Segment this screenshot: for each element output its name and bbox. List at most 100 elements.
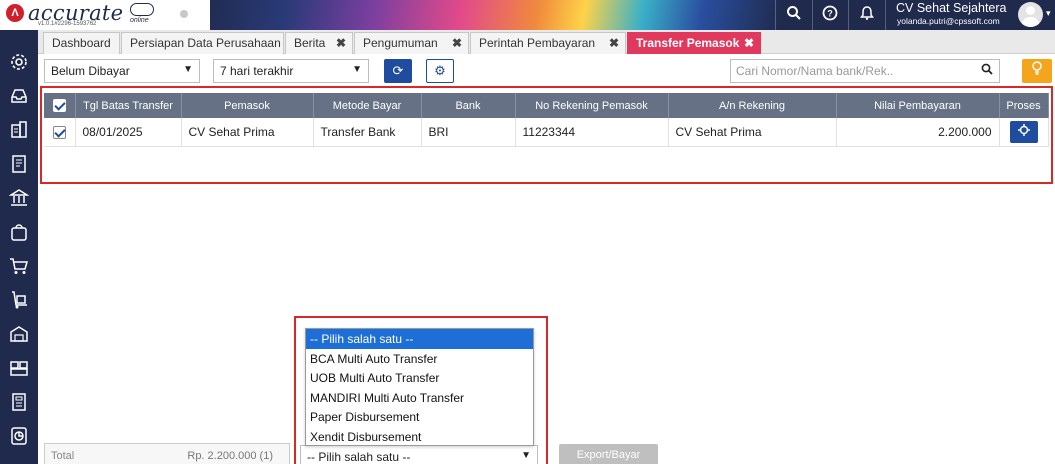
help-icon[interactable]: ?	[820, 5, 840, 25]
dropdown-option-bca[interactable]: BCA Multi Auto Transfer	[306, 349, 533, 369]
gear-icon: ⚙	[434, 63, 446, 78]
cell-proses	[999, 118, 1049, 147]
company-name[interactable]: CV Sehat Sejahtera	[896, 1, 1007, 15]
col-tgl-batas-transfer[interactable]: Tgl Batas Transfer	[75, 93, 182, 118]
separator	[812, 0, 813, 30]
tab-perintah-pembayaran[interactable]: Perintah Pembayaran ✖	[470, 32, 626, 54]
cell-an-rek: CV Sehat Prima	[668, 118, 837, 147]
settings-button[interactable]: ⚙	[426, 59, 454, 83]
col-bank[interactable]: Bank	[421, 93, 516, 118]
pie-chart-icon[interactable]	[9, 426, 29, 446]
lightbulb-icon	[1031, 61, 1043, 78]
shopping-cart-icon[interactable]	[9, 256, 29, 276]
dropdown-option-placeholder[interactable]: -- Pilih salah satu --	[306, 329, 533, 349]
tab-label: Dashboard	[52, 36, 111, 50]
tab-dashboard[interactable]: Dashboard	[43, 32, 120, 54]
status-filter-value: Belum Dibayar	[51, 64, 130, 78]
search-icon[interactable]	[784, 5, 804, 25]
cell-no-rek: 11223344	[515, 118, 669, 147]
tab-pengumuman[interactable]: Pengumuman ✖	[354, 32, 469, 54]
refresh-icon: ⟳	[392, 63, 404, 78]
sidebar	[0, 30, 38, 464]
col-pemasok[interactable]: Pemasok	[181, 93, 314, 118]
payment-table: Tgl Batas Transfer Pemasok Metode Bayar …	[44, 93, 1049, 147]
logo-area[interactable]: Λ accurate online v1.0.1#2296-1593762	[0, 0, 210, 30]
cell-nilai: 2.200.000	[836, 118, 1000, 147]
refresh-button[interactable]: ⟳	[384, 59, 412, 83]
ledger-book-icon[interactable]	[9, 154, 29, 174]
tab-persiapan-data[interactable]: Persiapan Data Perusahaan	[121, 32, 284, 54]
close-icon[interactable]: ✖	[609, 36, 619, 50]
col-no-rekening[interactable]: No Rekening Pemasok	[515, 93, 669, 118]
row-checkbox[interactable]	[52, 125, 66, 139]
payment-method-dropdown-list: -- Pilih salah satu -- BCA Multi Auto Tr…	[305, 328, 534, 446]
shopping-bag-icon[interactable]	[9, 222, 29, 242]
dropdown-option-uob[interactable]: UOB Multi Auto Transfer	[306, 368, 533, 388]
tab-label: Berita	[294, 36, 326, 50]
cell-pemasok: CV Sehat Prima	[181, 118, 314, 147]
bell-icon[interactable]	[857, 5, 877, 25]
period-filter-select[interactable]: 7 hari terakhir ▼	[213, 59, 369, 83]
tab-label: Transfer Pemasok	[636, 36, 740, 50]
cell-tgl: 08/01/2025	[75, 118, 182, 147]
tab-label: Persiapan Data Perusahaan	[130, 36, 281, 50]
status-dot-icon	[180, 10, 188, 18]
col-an-rekening[interactable]: A/n Rekening	[668, 93, 837, 118]
separator	[775, 0, 776, 30]
export-pay-button[interactable]: Export/Bayar	[559, 444, 658, 464]
status-filter-select[interactable]: Belum Dibayar ▼	[44, 59, 200, 83]
inventory-boxes-icon[interactable]	[9, 358, 29, 378]
accurate-logo-icon: Λ	[6, 4, 24, 22]
report-document-icon[interactable]	[9, 392, 29, 412]
select-all-checkbox[interactable]	[52, 99, 66, 112]
search-placeholder: Cari Nomor/Nama bank/Rek..	[736, 64, 894, 78]
warehouse-icon[interactable]	[9, 324, 29, 344]
chevron-down-icon: ▼	[352, 64, 362, 75]
inbox-tray-icon[interactable]	[9, 86, 29, 106]
period-filter-value: 7 hari terakhir	[220, 64, 294, 78]
top-bar: Λ accurate online v1.0.1#2296-1593762 ? …	[0, 0, 1055, 30]
avatar[interactable]	[1018, 2, 1043, 27]
close-icon[interactable]: ✖	[744, 36, 754, 50]
dropdown-option-xendit[interactable]: Xendit Disbursement	[306, 427, 533, 447]
target-icon	[1017, 123, 1030, 136]
chevron-down-icon: ▼	[183, 64, 193, 75]
svg-text:?: ?	[827, 9, 833, 19]
tab-berita[interactable]: Berita ✖	[285, 32, 353, 54]
bank-icon[interactable]	[8, 188, 30, 208]
total-bar: Total Rp. 2.200.000 (1)	[44, 443, 290, 464]
settings-gear-icon[interactable]	[9, 52, 29, 72]
tab-bar: Dashboard Persiapan Data Perusahaan Beri…	[38, 30, 1055, 54]
cloud-icon	[130, 3, 154, 16]
tab-transfer-pemasok[interactable]: Transfer Pemasok ✖	[627, 32, 761, 54]
chevron-down-icon[interactable]: ▾	[1046, 8, 1051, 19]
logo-sub: online	[130, 17, 149, 24]
col-nilai-pembayaran[interactable]: Nilai Pembayaran	[836, 93, 1000, 118]
cell-metode: Transfer Bank	[313, 118, 422, 147]
tab-label: Perintah Pembayaran	[479, 36, 596, 50]
dropdown-option-paper[interactable]: Paper Disbursement	[306, 407, 533, 427]
select-all-header[interactable]	[44, 93, 76, 118]
version-text: v1.0.1#2296-1593762	[38, 21, 97, 27]
cell-bank: BRI	[421, 118, 516, 147]
tab-label: Pengumuman	[363, 36, 438, 50]
close-icon[interactable]: ✖	[336, 36, 346, 50]
building-icon[interactable]	[9, 120, 29, 140]
separator	[885, 0, 886, 30]
separator	[848, 0, 849, 30]
row-select-cell[interactable]	[44, 118, 76, 147]
table-row[interactable]: 08/01/2025 CV Sehat Prima Transfer Bank …	[44, 118, 1049, 147]
col-proses: Proses	[999, 93, 1049, 118]
hand-truck-icon[interactable]	[9, 290, 29, 310]
decorative-banner	[200, 0, 780, 30]
col-metode-bayar[interactable]: Metode Bayar	[313, 93, 422, 118]
search-input[interactable]: Cari Nomor/Nama bank/Rek..	[730, 59, 1000, 83]
user-email: yolanda.putri@cpssoft.com	[897, 16, 1000, 26]
total-value: Rp. 2.200.000 (1)	[187, 450, 273, 462]
search-icon[interactable]	[981, 63, 993, 78]
tips-button[interactable]	[1022, 59, 1052, 83]
dropdown-option-mandiri[interactable]: MANDIRI Multi Auto Transfer	[306, 388, 533, 408]
process-button[interactable]	[1009, 120, 1038, 143]
table-header-row: Tgl Batas Transfer Pemasok Metode Bayar …	[44, 93, 1049, 118]
close-icon[interactable]: ✖	[452, 36, 462, 50]
